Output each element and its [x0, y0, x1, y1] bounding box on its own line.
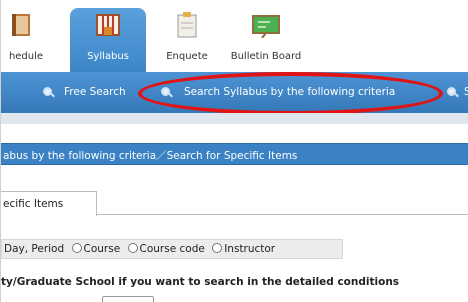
tab-bulletin-board-label: Bulletin Board	[230, 51, 302, 62]
syllabus-search-page: hedule Syllabus Enquete Bulletin Board F…	[0, 0, 468, 302]
criteria-radio-row: Day, Period Course Course code Instructo…	[1, 239, 343, 259]
search-tab-row: ecific Items	[1, 187, 468, 216]
faculty-notice-text: ty/Graduate School if you want to search…	[1, 276, 400, 288]
enquete-clipboard-icon	[177, 12, 197, 38]
bulletin-board-icon	[252, 15, 280, 38]
tab-syllabus-label: Syllabus	[87, 51, 129, 62]
tab-schedule[interactable]: hedule	[1, 8, 59, 72]
tab-schedule-label: hedule	[8, 51, 44, 62]
separator-strip	[1, 113, 468, 124]
tab-bulletin-board[interactable]: Bulletin Board	[226, 8, 306, 72]
course-radio[interactable]	[71, 243, 82, 253]
schedule-book-icon	[12, 14, 30, 36]
course-radio-label: Course	[83, 243, 121, 255]
course-code-radio-label: Course code	[139, 243, 205, 255]
instructor-radio-label: Instructor	[224, 243, 276, 255]
free-search-link[interactable]: Free Search	[64, 86, 126, 98]
criteria-prefix-label: Day, Period	[4, 243, 65, 255]
search-icon	[43, 87, 55, 99]
spacer	[1, 124, 468, 143]
instructor-radio[interactable]	[212, 243, 223, 253]
faculty-select[interactable]	[102, 296, 154, 302]
course-code-radio[interactable]	[127, 243, 138, 253]
tab-syllabus[interactable]: Syllabus	[70, 8, 146, 72]
top-navigation: hedule Syllabus Enquete Bulletin Board	[1, 0, 468, 72]
page-title: abus by the following criteria／Search fo…	[1, 143, 468, 165]
tab-enquete[interactable]: Enquete	[154, 8, 220, 72]
tab-specific-items[interactable]: ecific Items	[1, 191, 97, 216]
tab-enquete-label: Enquete	[166, 51, 208, 62]
search-icon	[447, 87, 459, 99]
cut-search-link[interactable]: S	[464, 86, 468, 98]
highlight-annotation	[138, 72, 443, 115]
syllabus-icon	[96, 14, 120, 36]
